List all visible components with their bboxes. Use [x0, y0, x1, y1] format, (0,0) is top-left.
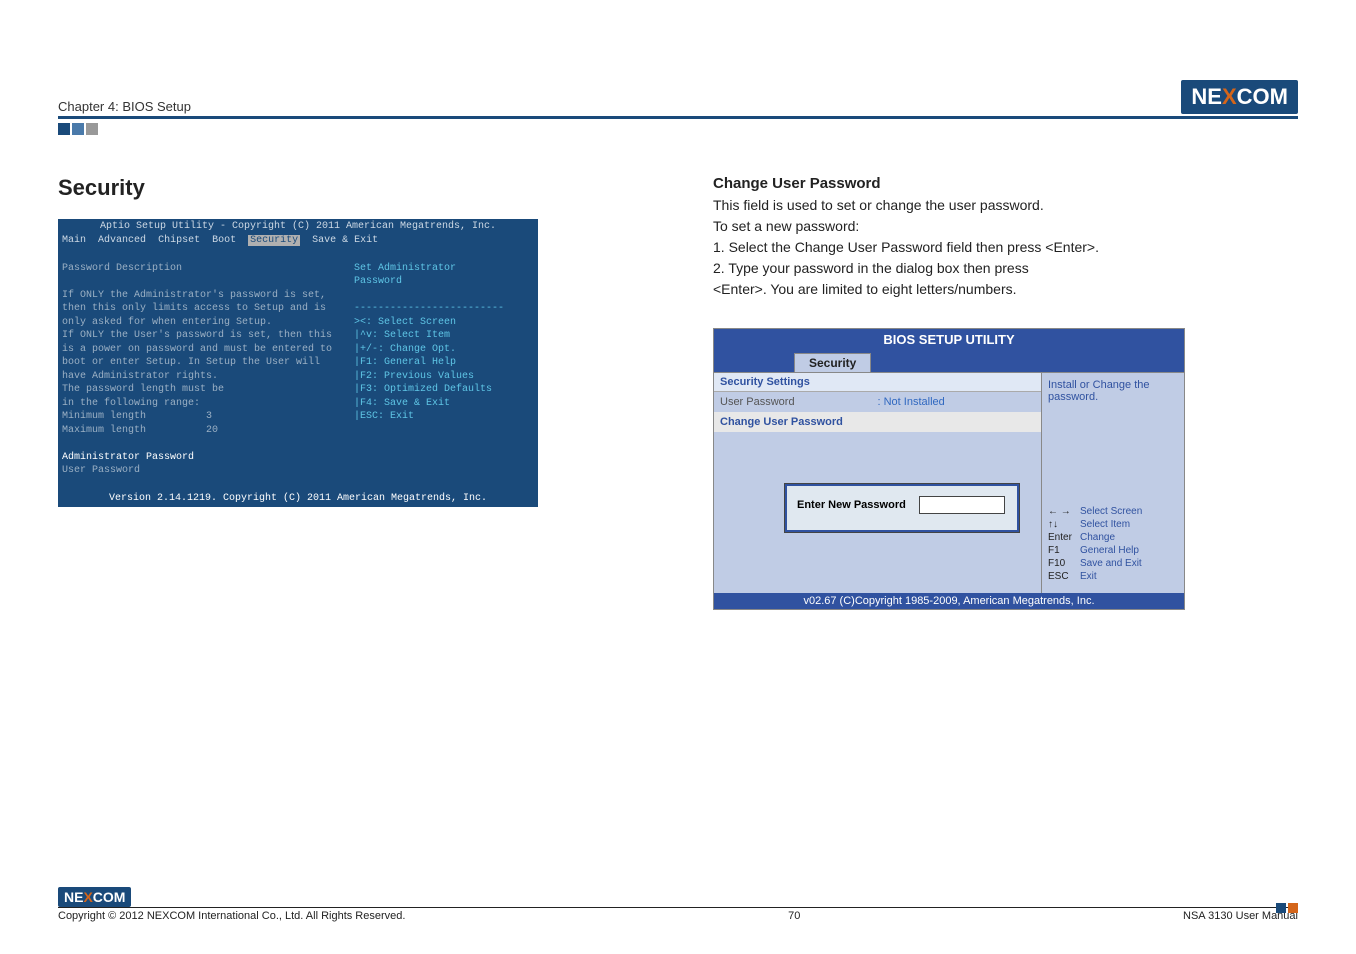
aptio-help-top: Set Administrator Password	[354, 263, 456, 288]
menu-security: Security	[248, 235, 300, 246]
menu-chipset: Chipset	[158, 235, 200, 246]
aptio-user-password: User Password	[62, 465, 140, 476]
aptio-title: Aptio Setup Utility - Copyright (C) 2011…	[58, 219, 538, 234]
gbios-user-password-value: : Not Installed	[878, 396, 1036, 408]
key-f10: F10	[1048, 557, 1080, 570]
aptio-body-text: Password Description If ONLY the Adminis…	[62, 263, 332, 436]
key-arrows-lr-desc: Select Screen	[1080, 506, 1142, 517]
menu-save-exit: Save & Exit	[312, 235, 378, 246]
menu-main: Main	[62, 235, 86, 246]
body-p1: This field is used to set or change the …	[713, 196, 1298, 215]
gbios-section-header: Security Settings	[714, 373, 1041, 392]
nexcom-logo: NEXCOM	[1181, 80, 1298, 114]
key-f1-desc: General Help	[1080, 545, 1139, 556]
aptio-menu: Main Advanced Chipset Boot Security Save…	[58, 234, 538, 249]
gbios-side-help: Install or Change the password.	[1048, 379, 1178, 403]
menu-boot: Boot	[212, 235, 236, 246]
footer-nexcom-logo: NEXCOM	[58, 887, 131, 907]
key-esc-desc: Exit	[1080, 571, 1097, 582]
gbios-user-password-label: User Password	[720, 396, 878, 408]
aptio-admin-password: Administrator Password	[62, 452, 194, 463]
bios-screenshot: BIOS SETUP UTILITY Security Security Set…	[713, 328, 1185, 610]
gbios-footer: v02.67 (C)Copyright 1985-2009, American …	[714, 593, 1184, 609]
footer-page-number: 70	[788, 910, 800, 922]
menu-advanced: Advanced	[98, 235, 146, 246]
chapter-title: Chapter 4: BIOS Setup	[58, 99, 191, 114]
body-p2: To set a new password:	[713, 217, 1298, 236]
key-enter-desc: Change	[1080, 532, 1115, 543]
key-f1: F1	[1048, 544, 1080, 557]
gbios-tab-security: Security	[794, 353, 871, 372]
change-user-password-heading: Change User Password	[713, 175, 1298, 192]
footer-copyright: Copyright © 2012 NEXCOM International Co…	[58, 910, 405, 922]
gbios-popup-title: Enter New Password	[797, 499, 906, 511]
gbios-title: BIOS SETUP UTILITY	[714, 329, 1184, 350]
aptio-screenshot: Aptio Setup Utility - Copyright (C) 2011…	[58, 219, 538, 507]
gbios-password-input[interactable]	[919, 496, 1005, 514]
key-arrows-ud-desc: Select Item	[1080, 519, 1130, 530]
gbios-key-help: ← →Select Screen ↑↓Select Item EnterChan…	[1048, 505, 1142, 583]
body-step1: 1. Select the Change User Password field…	[713, 238, 1298, 257]
gbios-password-popup: Enter New Password	[784, 483, 1020, 533]
key-f10-desc: Save and Exit	[1080, 558, 1142, 569]
header-decoration	[58, 123, 1298, 135]
gbios-change-user-password: Change User Password	[720, 416, 1035, 428]
gbios-tabbar: Security	[714, 350, 1184, 372]
key-arrows-lr: ← →	[1048, 505, 1080, 518]
body-step2: 2. Type your password in the dialog box …	[713, 259, 1298, 278]
footer-decoration	[1274, 903, 1298, 913]
key-esc: ESC	[1048, 570, 1080, 583]
key-arrows-ud: ↑↓	[1048, 518, 1080, 531]
key-enter: Enter	[1048, 531, 1080, 544]
body-step2b: <Enter>. You are limited to eight letter…	[713, 280, 1298, 299]
header-rule	[58, 116, 1298, 119]
aptio-help-keys: ><: Select Screen |^v: Select Item |+/-:…	[354, 317, 492, 423]
section-title: Security	[58, 175, 643, 201]
aptio-footer: Version 2.14.1219. Copyright (C) 2011 Am…	[58, 491, 538, 507]
